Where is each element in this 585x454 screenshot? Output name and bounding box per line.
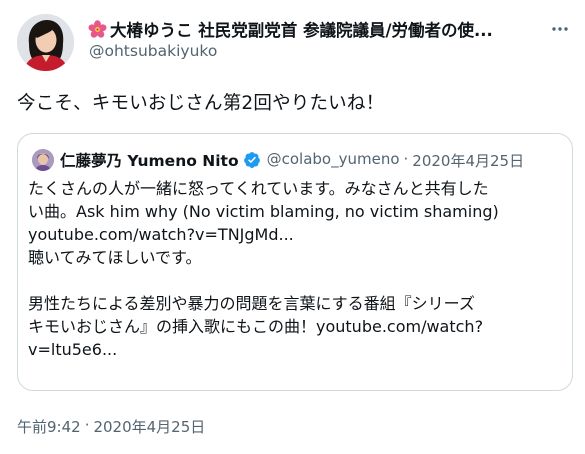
quoted-text-blank-line bbox=[28, 269, 568, 292]
quoted-youtube-link-continued[interactable]: v=ltu5e6... bbox=[28, 338, 568, 361]
hibiscus-flower-icon bbox=[88, 19, 107, 38]
quoted-tweet[interactable]: 仁藤夢乃 Yumeno Nito @colabo_yumeno · 2020年4… bbox=[17, 133, 573, 391]
quoted-author-avatar bbox=[32, 149, 54, 171]
author-avatar-image bbox=[17, 14, 74, 71]
tweet-timestamp[interactable]: 午前9:42 · 2020年4月25日 bbox=[17, 416, 205, 437]
author-avatar[interactable] bbox=[17, 14, 74, 71]
quoted-author-handle: @colabo_yumeno bbox=[266, 149, 400, 168]
quoted-tweet-meta: @colabo_yumeno · 2020年4月25日 bbox=[267, 150, 524, 171]
more-options-icon[interactable] bbox=[549, 18, 571, 40]
tweet-date[interactable]: 2020年4月25日 bbox=[93, 416, 205, 437]
tweet-text: 今こそ、キモいおじさん第2回やりたいね！ bbox=[17, 93, 385, 114]
quoted-text-line: 聴いてみてほしいです。 bbox=[28, 248, 202, 267]
quoted-tweet-text: たくさんの人が一緒に怒ってくれています。みなさんと共有した い曲。Ask him… bbox=[28, 177, 568, 361]
author-handle[interactable]: @ohtsubakiyuko bbox=[89, 42, 217, 60]
quoted-tweet-header: 仁藤夢乃 Yumeno Nito @colabo_yumeno · 2020年4… bbox=[32, 148, 524, 172]
quoted-youtube-link[interactable]: youtube.com/watch?v=TNJgMd... bbox=[28, 223, 568, 246]
tweet-card: 大椿ゆうこ 社民党副党首 参議院議員/労働者の使... @ohtsubakiyu… bbox=[0, 0, 585, 454]
verified-badge-icon bbox=[243, 152, 260, 169]
quoted-text-line: たくさんの人が一緒に怒ってくれています。みなさんと共有した bbox=[28, 179, 489, 198]
timestamp-separator: · bbox=[84, 416, 90, 434]
quoted-author-name: 仁藤夢乃 Yumeno Nito bbox=[60, 152, 239, 170]
quoted-text-line: 男性たちによる差別や暴力の問題を言葉にする番組『シリーズ bbox=[28, 294, 475, 313]
author-display-name[interactable]: 大椿ゆうこ 社民党副党首 参議院議員/労働者の使... bbox=[110, 17, 493, 41]
quoted-text-line-with-link[interactable]: キモいおじさん』の挿入歌にもこの曲！youtube.com/watch? bbox=[28, 315, 568, 338]
tweet-time[interactable]: 午前9:42 bbox=[17, 416, 81, 437]
quoted-text-line: い曲。Ask him why (No victim blaming, no vi… bbox=[28, 202, 499, 221]
author-name-row[interactable]: 大椿ゆうこ 社民党副党首 参議院議員/労働者の使... bbox=[88, 17, 558, 41]
quoted-tweet-date: 2020年4月25日 bbox=[412, 151, 525, 170]
meta-separator: · bbox=[403, 149, 409, 168]
